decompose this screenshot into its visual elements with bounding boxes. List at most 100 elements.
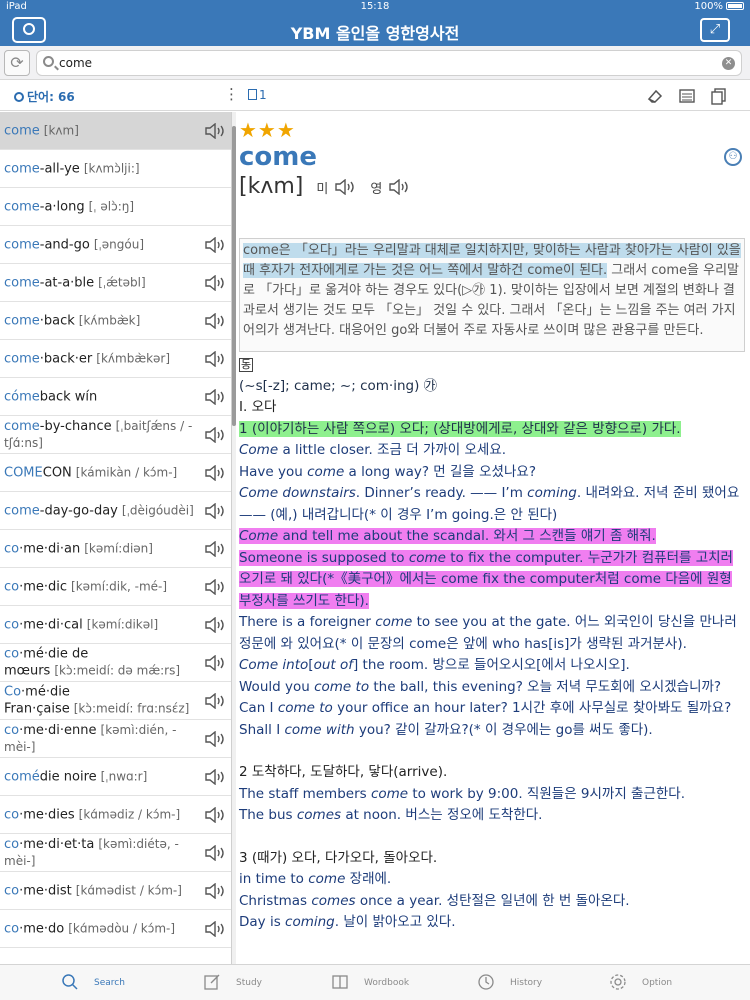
tab-wordbook[interactable]: Wordbook [300, 965, 450, 1000]
refresh-button[interactable]: ⟳ [4, 50, 30, 76]
speaker-icon[interactable] [205, 655, 227, 671]
word-rest: back wín [39, 389, 98, 404]
word-pronunciation: [kɑ́mədiz / kɔ́m-] [78, 807, 181, 821]
word-list-item[interactable]: co·me·dic [kəmí:dik, -mé-] [0, 568, 231, 606]
copy-icon[interactable] [710, 87, 728, 105]
speaker-icon[interactable] [205, 427, 227, 443]
speaker-icon[interactable] [205, 389, 227, 405]
speaker-icon[interactable] [205, 123, 227, 139]
word-count[interactable]: 단어: 66 [14, 88, 75, 105]
sense-3: 3 (때가) 오다, 다가오다, 돌아오다. [239, 849, 438, 866]
speaker-icon[interactable] [205, 845, 227, 861]
speaker-icon[interactable] [205, 503, 227, 519]
note-count-label: 1 [259, 88, 267, 102]
speaker-icon[interactable] [205, 237, 227, 253]
word-list-item[interactable]: co·me·di·enne [kəmì:dién, -mèi-] [0, 720, 231, 758]
word-match: COME [4, 465, 43, 480]
search-icon [43, 56, 54, 67]
scrollbar-thumb[interactable] [232, 126, 236, 426]
share-icon[interactable]: ⚇ [724, 148, 742, 166]
sense-2: 2 도착하다, 도달하다, 닿다(arrive). [239, 764, 448, 780]
word-list-item[interactable]: come [kʌm] [0, 112, 231, 150]
speaker-icon[interactable] [205, 579, 227, 595]
word-list-item[interactable]: cómeback wín [0, 378, 231, 416]
word-list-item[interactable]: COMECON [kámikàn / kɔ́m-] [0, 454, 231, 492]
word-list-text: come-day-go-day [ˌdèigóudèi] [4, 502, 201, 519]
speaker-icon[interactable] [205, 693, 227, 709]
word-list-item[interactable]: co·me·do [kɑ́mədòu / kɔ́m-] [0, 910, 231, 948]
example: Come into[out of] the room. 방으로 들어오시오[에서… [239, 657, 630, 673]
speaker-icon[interactable] [205, 351, 227, 367]
speaker-icon[interactable] [205, 807, 227, 823]
nav-bar: YBM 올인올 영한영사전 ⤢ [0, 14, 750, 46]
speaker-icon[interactable] [205, 769, 227, 785]
tab-bar: Search Study Wordbook History Option [0, 964, 750, 1000]
word-list-item[interactable]: come·back [kʌ́mbæ̀k] [0, 302, 231, 340]
status-bar: iPad 15:18 100% [0, 0, 750, 14]
word-list-text: Co·mé·die Fran·çaise [kɔ̀:meidí: frɑ:nsέz… [4, 684, 201, 717]
word-list-item[interactable]: come-by-chance [ˌbaitʃǽns / -tʃɑ́:ns] [0, 416, 231, 454]
clear-icon[interactable]: ✕ [722, 57, 735, 70]
speaker-icon[interactable] [205, 541, 227, 557]
word-list-item[interactable]: come-and-go [ˌəngóu] [0, 226, 231, 264]
word-match: co [4, 579, 20, 594]
battery-icon [726, 2, 744, 10]
eraser-icon[interactable] [646, 87, 664, 105]
speaker-icon[interactable] [205, 617, 227, 633]
word-rest: ·me·di·an [19, 541, 81, 556]
search-input[interactable] [59, 54, 719, 72]
speaker-icon[interactable] [205, 731, 227, 747]
word-list-item[interactable]: co·me·di·cal [kəmí:dikəl] [0, 606, 231, 644]
word-pronunciation: [kʌ́mbæ̀k] [78, 313, 141, 327]
word-list-text: come·back·er [kʌ́mbæ̀kər] [4, 350, 201, 367]
clock: 15:18 [360, 1, 390, 12]
example-highlighted: Come and tell me about the scandal. 와서 그… [239, 528, 656, 544]
list-icon[interactable] [678, 87, 696, 105]
word-list-text: co·me·do [kɑ́mədòu / kɔ́m-] [4, 920, 201, 937]
search-field[interactable]: ✕ [36, 50, 742, 76]
word-list-item[interactable]: Co·mé·die Fran·çaise [kɔ̀:meidí: frɑ:nsέz… [0, 682, 231, 720]
speaker-icon[interactable] [205, 921, 227, 937]
speaker-uk-icon[interactable] [389, 178, 411, 196]
word-match: cóme [4, 389, 40, 404]
tab-option-label: Option [642, 978, 673, 988]
tab-option[interactable]: Option [578, 965, 728, 1000]
more-menu-icon[interactable]: ⋮ [224, 85, 239, 103]
expand-icon[interactable]: ⤢ [700, 18, 730, 42]
word-pronunciation: [kʌ́mbæ̀kər] [96, 351, 171, 365]
word-list-item[interactable]: comédie noire [ˌnwɑ:r] [0, 758, 231, 796]
word-list[interactable]: come [kʌm] come-all-ye [kʌmɔ̀lji:] come-a·lo… [0, 112, 232, 964]
word-list-item[interactable]: co·me·dies [kɑ́mədiz / kɔ́m-] [0, 796, 231, 834]
tab-history[interactable]: History [446, 965, 596, 1000]
word-match: co [4, 722, 20, 738]
word-list-item[interactable]: come-at-a·ble [ˌǽtəbl] [0, 264, 231, 302]
word-list-item[interactable]: co·mé·die de mœurs [kɔ̀:meidí: də mǽ:rs] [0, 644, 231, 682]
note-icon [248, 89, 257, 100]
word-list-item[interactable]: co·me·di·et·ta [kəmì:diétə, -mèi-] [0, 834, 231, 872]
word-list-item[interactable]: co·me·di·an [kəmí:diən] [0, 530, 231, 568]
speaker-icon[interactable] [205, 465, 227, 481]
speaker-icon[interactable] [205, 883, 227, 899]
tab-search[interactable]: Search [30, 965, 180, 1000]
note-count[interactable]: 1 [248, 88, 267, 102]
speaker-icon[interactable] [205, 313, 227, 329]
speaker-icon[interactable] [205, 275, 227, 291]
tab-study-label: Study [236, 978, 262, 988]
word-pronunciation: [kámikàn / kɔ́m-] [75, 465, 178, 479]
usage-note: come은 「오다」라는 우리말과 대체로 일치하지만, 맞이하는 사람과 찾아… [239, 238, 745, 352]
word-list-item[interactable]: come-all-ye [kʌmɔ̀lji:] [0, 150, 231, 188]
word-pronunciation: [kɔ̀:meidí: frɑ:nsέz] [73, 701, 190, 715]
speaker-us-icon[interactable] [335, 178, 357, 196]
definition-panel[interactable]: ★★★ come ⚇ [kʌm] 미 영 come은 「오다」라는 우리말과 대… [237, 112, 750, 964]
sense-1: 1 (이야기하는 사람 쪽으로) 오다; (상대방에게로, 상대와 같은 방향으… [239, 420, 681, 437]
word-pronunciation: [ˌnwɑ:r] [100, 769, 148, 783]
word-match: come [4, 161, 40, 176]
word-rest: ·me·di·enne [19, 722, 97, 738]
scrollbar[interactable] [232, 112, 236, 964]
word-rest: ·back [39, 313, 75, 328]
word-list-item[interactable]: come-day-go-day [ˌdèigóudèi] [0, 492, 231, 530]
word-list-item[interactable]: come·back·er [kʌ́mbæ̀kər] [0, 340, 231, 378]
word-list-item[interactable]: co·me·dist [kɑ́mədist / kɔ́m-] [0, 872, 231, 910]
word-list-item[interactable]: come-a·long [ˌ əlɔ̀:ŋ] [0, 188, 231, 226]
word-list-text: come-at-a·ble [ˌǽtəbl] [4, 274, 201, 291]
